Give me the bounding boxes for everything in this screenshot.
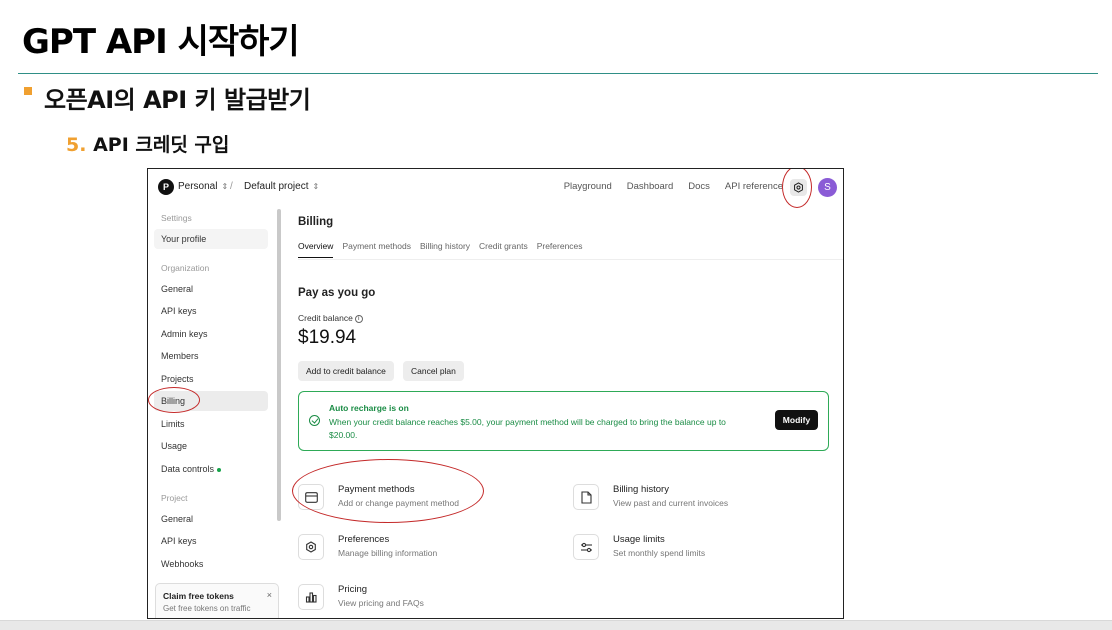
recharge-text: When your credit balance reaches $5.00, … <box>329 417 726 440</box>
billing-screenshot: P Personal ⇕ / Default project ⇕ Playgroun… <box>147 168 844 619</box>
title-divider <box>18 73 1098 74</box>
sidebar-item-label: Data controls <box>161 464 215 474</box>
card-desc: Manage billing information <box>338 548 438 558</box>
top-bar: P Personal ⇕ / Default project ⇕ Playgroun… <box>148 169 843 205</box>
sidebar-item-members[interactable]: Members <box>154 346 268 366</box>
section-project: Project <box>161 493 188 503</box>
credit-balance-amount: $19.94 <box>298 327 357 348</box>
plan-name: Pay as you go <box>298 287 376 299</box>
top-nav: Playground Dashboard Docs API reference <box>564 181 783 192</box>
updown-chevron-icon: ⇕ <box>312 182 320 191</box>
card-title: Pricing <box>338 584 368 595</box>
promo-text: Get free tokens on traffic <box>163 604 251 613</box>
org-badge[interactable]: P <box>158 179 174 195</box>
annotation-ring-billing <box>148 387 200 413</box>
tab-billing-history[interactable]: Billing history <box>420 241 470 258</box>
add-credit-button[interactable]: Add to credit balance <box>298 361 394 381</box>
slide-title: GPT API 시작하기 <box>22 22 300 62</box>
step-heading: 5. API 크레딧 구입 <box>66 130 229 157</box>
nav-dashboard[interactable]: Dashboard <box>627 181 673 192</box>
card-desc: Set monthly spend limits <box>613 548 706 558</box>
annotation-ring-payment-methods <box>292 459 484 523</box>
step-number: 5. <box>66 134 87 156</box>
card-title: Preferences <box>338 534 390 545</box>
credit-balance-text: Credit balance <box>298 313 353 323</box>
nav-playground[interactable]: Playground <box>564 181 612 192</box>
slide-subtitle: 오픈AI의 API 키 발급받기 <box>44 86 311 114</box>
auto-recharge-banner: Auto recharge is on When your credit bal… <box>298 391 829 451</box>
sidebar-scrollbar[interactable] <box>277 209 281 521</box>
billing-tabs: Overview Payment methods Billing history… <box>298 241 583 258</box>
slide-footer-band <box>0 620 1112 630</box>
card-title: Usage limits <box>613 534 665 545</box>
credit-balance-label: Credit balance i <box>298 313 363 323</box>
sidebar-item-limits[interactable]: Limits <box>154 414 268 434</box>
sidebar-item-usage[interactable]: Usage <box>154 436 268 456</box>
promo-card[interactable]: Claim free tokens Get free tokens on tra… <box>155 583 279 618</box>
card-desc: View past and current invoices <box>613 498 729 508</box>
sidebar-item-general[interactable]: General <box>154 279 268 299</box>
sidebar-item-admin-keys[interactable]: Admin keys <box>154 324 268 344</box>
bullet-marker <box>24 87 32 95</box>
check-circle-icon <box>309 415 320 426</box>
section-settings: Settings <box>161 213 192 223</box>
project-name: Default project <box>244 181 309 192</box>
info-icon[interactable]: i <box>354 314 363 323</box>
bar-chart-icon <box>298 584 324 610</box>
recharge-title: Auto recharge is on <box>329 403 409 413</box>
updown-chevron-icon: ⇕ <box>221 182 229 191</box>
status-dot <box>217 467 222 472</box>
gear-icon <box>298 534 324 560</box>
tab-credit-grants[interactable]: Credit grants <box>479 241 528 258</box>
org-name: Personal <box>178 181 218 192</box>
project-switcher[interactable]: Default project ⇕ <box>244 181 319 192</box>
sidebar-item-api-keys[interactable]: API keys <box>154 301 268 321</box>
breadcrumb-separator: / <box>230 181 233 192</box>
tab-preferences[interactable]: Preferences <box>537 241 583 258</box>
org-switcher[interactable]: Personal ⇕ <box>178 181 228 192</box>
nav-api-reference[interactable]: API reference <box>725 181 783 192</box>
page-title: Billing <box>298 216 334 228</box>
sliders-icon <box>573 534 599 560</box>
avatar[interactable]: S <box>818 178 837 197</box>
card-desc: View pricing and FAQs <box>338 598 424 608</box>
nav-docs[interactable]: Docs <box>688 181 710 192</box>
modify-button[interactable]: Modify <box>775 410 818 430</box>
section-organization: Organization <box>161 263 210 273</box>
sidebar-item-project-general[interactable]: General <box>154 509 268 529</box>
sidebar-item-data-controls[interactable]: Data controls <box>154 459 268 479</box>
tab-payment-methods[interactable]: Payment methods <box>342 241 411 258</box>
sidebar-item-webhooks[interactable]: Webhooks <box>154 554 268 574</box>
billing-main: Billing Overview Payment methods Billing… <box>298 205 843 618</box>
tab-overview[interactable]: Overview <box>298 241 334 258</box>
sidebar-item-project-api-keys[interactable]: API keys <box>154 531 268 551</box>
tab-divider <box>298 259 843 260</box>
sidebar-item-projects[interactable]: Projects <box>154 369 268 389</box>
sidebar-item-profile[interactable]: Your profile <box>154 229 268 249</box>
document-icon <box>573 484 599 510</box>
cancel-plan-button[interactable]: Cancel plan <box>403 361 464 381</box>
promo-title: Claim free tokens <box>163 591 234 601</box>
step-text: API 크레딧 구입 <box>86 134 230 156</box>
close-icon[interactable]: × <box>267 590 272 600</box>
card-title: Billing history <box>613 484 669 495</box>
